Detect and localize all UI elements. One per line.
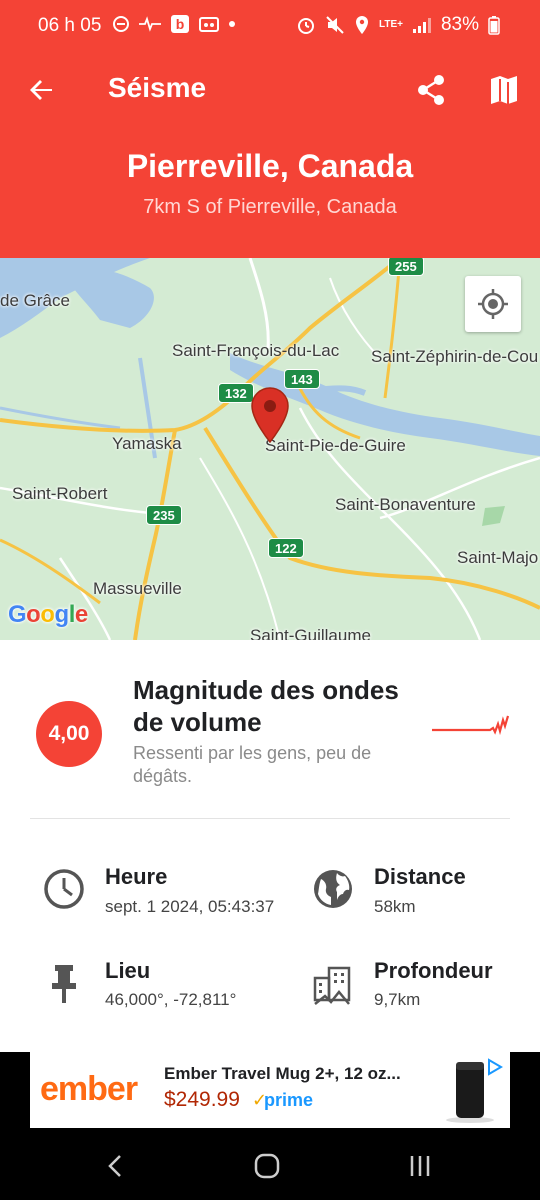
nav-recents-icon	[410, 1156, 430, 1176]
ad-title: Ember Travel Mug 2+, 12 oz...	[164, 1064, 401, 1083]
nav-recents-button[interactable]	[404, 1150, 436, 1182]
more-dot-icon	[229, 21, 235, 27]
app-header: Séisme Pierreville, Canada 7km S of Pier…	[0, 52, 540, 258]
map-label: Saint-Bonaventure	[335, 495, 476, 514]
depth-label: Profondeur	[374, 958, 493, 983]
map-button[interactable]	[486, 72, 522, 108]
ad-prime: prime	[264, 1090, 314, 1110]
location-label: Lieu	[105, 958, 151, 983]
magnitude-title: Magnitude des ondes de volume	[133, 675, 399, 737]
route-shield: 122	[268, 538, 304, 558]
globe-icon	[314, 870, 352, 908]
signal-icon	[412, 18, 431, 33]
map-label: Saint-Zéphirin-de-Cou	[371, 347, 539, 366]
svg-text:b: b	[176, 16, 185, 32]
share-button[interactable]	[414, 72, 450, 108]
system-nav-bar	[0, 1132, 540, 1200]
map-pin-icon	[251, 387, 289, 444]
alarm-icon	[297, 18, 314, 34]
map-label: de Grâce	[0, 291, 70, 310]
status-system-icons: LTE+ 83%	[296, 14, 500, 36]
nav-back-button[interactable]	[100, 1150, 132, 1182]
city-depth-icon	[313, 966, 351, 1005]
magnitude-description: Ressenti par les gens, peu de dégâts.	[133, 743, 372, 786]
location-icon	[355, 16, 368, 34]
map-label: Saint-Guillaume	[250, 626, 371, 640]
pulse-icon	[139, 16, 161, 32]
ad-price: $249.99	[164, 1088, 240, 1111]
nav-home-button[interactable]	[251, 1150, 283, 1182]
map-label: Saint-Robert	[12, 484, 108, 503]
google-attribution-logo: Google	[8, 601, 88, 628]
share-icon	[418, 75, 444, 105]
app-voicemail-icon	[199, 17, 219, 32]
quake-place: Pierreville, Canada	[126, 148, 414, 184]
pin-icon	[52, 965, 76, 1003]
magnitude-badge: 4,00	[36, 701, 102, 767]
clock-icon	[44, 869, 84, 909]
time-value: sept. 1 2024, 05:43:37	[105, 897, 275, 916]
nav-back-icon	[108, 1155, 121, 1177]
distance-label: Distance	[374, 864, 466, 889]
arrow-back-icon	[30, 80, 52, 100]
status-time: 06 h 05	[38, 15, 102, 36]
quake-map[interactable]: de Grâce Saint-François-du-Lac Saint-Zép…	[0, 258, 540, 640]
back-button[interactable]	[24, 72, 60, 108]
map-label: Saint-Majo	[457, 548, 539, 567]
map-icon	[491, 76, 517, 104]
app-b-icon: b	[171, 15, 189, 33]
my-location-icon	[478, 289, 508, 319]
mute-icon	[326, 16, 344, 34]
quake-subplace: 7km S of Pierreville, Canada	[143, 196, 397, 218]
route-shield: 235	[146, 505, 182, 525]
divider	[30, 818, 510, 819]
battery-icon	[488, 16, 500, 35]
distance-value: 58km	[374, 897, 416, 916]
status-bar: 06 h 05 b LTE+ 83%	[0, 0, 540, 52]
ad-brand-logo: ember	[40, 1070, 138, 1108]
depth-value: 9,7km	[374, 990, 421, 1009]
nav-home-icon	[254, 1153, 280, 1179]
page-title: Séisme	[108, 72, 207, 103]
map-label: Massueville	[93, 579, 182, 598]
ad-banner[interactable]: ember Ember Travel Mug 2+, 12 oz... $249…	[30, 1052, 510, 1128]
time-label: Heure	[105, 864, 168, 889]
map-label: Yamaska	[112, 434, 182, 453]
seismograph-icon	[432, 715, 510, 736]
dnd-icon	[113, 16, 129, 32]
battery-percent: 83%	[440, 14, 479, 35]
adchoices-icon[interactable]	[486, 1058, 504, 1076]
location-value: 46,000°, -72,811°	[105, 990, 237, 1009]
my-location-button[interactable]	[465, 276, 521, 332]
map-label: Saint-François-du-Lac	[172, 341, 340, 360]
network-type: LTE+	[378, 19, 403, 30]
status-notification-icons: b	[112, 14, 236, 34]
route-shield: 255	[388, 258, 424, 276]
